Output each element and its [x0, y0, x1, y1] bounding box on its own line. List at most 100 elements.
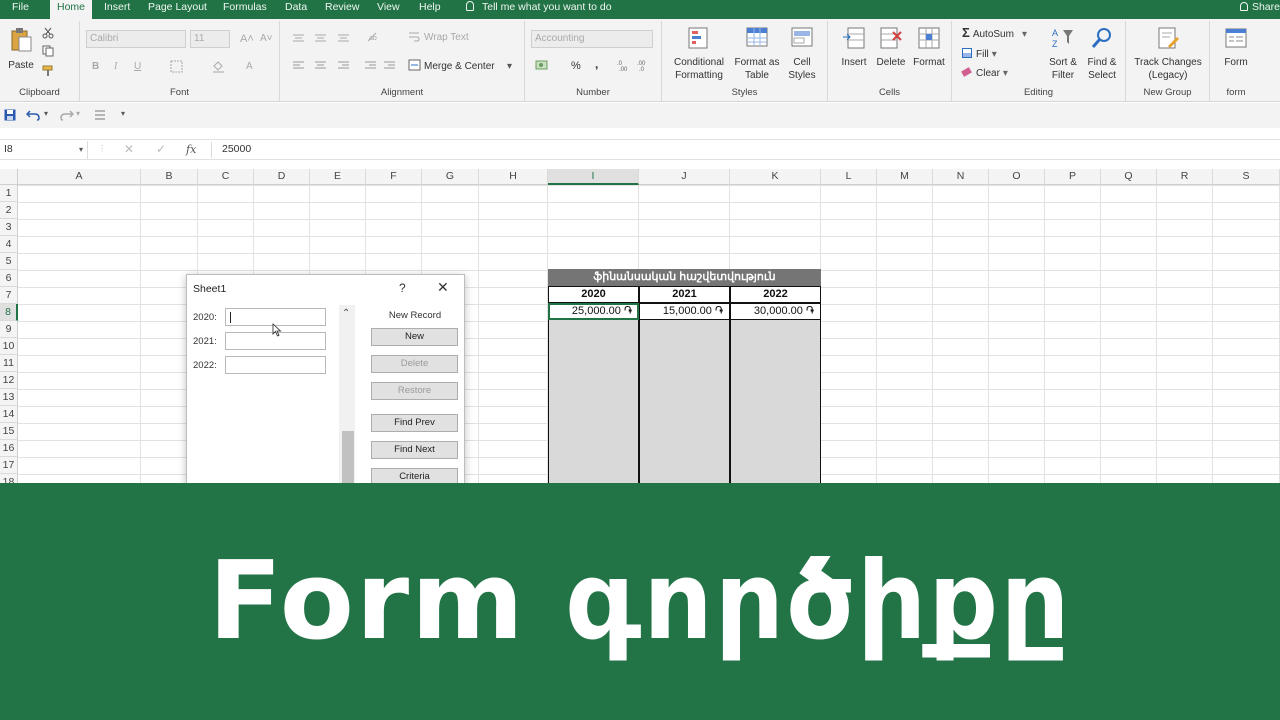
- tab-insert[interactable]: Insert: [104, 0, 130, 19]
- bold-button[interactable]: B: [92, 61, 99, 73]
- delete-cells-button[interactable]: Delete: [872, 26, 910, 69]
- row-header-3[interactable]: 3: [0, 219, 18, 236]
- tab-help[interactable]: Help: [419, 0, 441, 19]
- accounting-format-icon[interactable]: [535, 59, 551, 71]
- row-header-4[interactable]: 4: [0, 236, 18, 253]
- sort-filter-button[interactable]: AZ Sort & Filter: [1044, 26, 1082, 82]
- increase-font-icon[interactable]: A˄: [240, 33, 254, 45]
- close-button[interactable]: ✕: [437, 279, 449, 296]
- column-header-f[interactable]: F: [366, 169, 422, 185]
- row-header-7[interactable]: 7: [0, 287, 18, 304]
- column-header-e[interactable]: E: [310, 169, 366, 185]
- table-header-cell[interactable]: 2020: [548, 286, 639, 303]
- find-prev-button[interactable]: Find Prev: [371, 414, 458, 432]
- font-name-dropdown[interactable]: Calibri: [86, 30, 186, 48]
- italic-button[interactable]: I: [114, 61, 117, 73]
- tab-formulas[interactable]: Formulas: [223, 0, 267, 19]
- percent-style-button[interactable]: %: [571, 60, 581, 72]
- align-left-icon[interactable]: [292, 61, 352, 71]
- format-painter-icon[interactable]: [42, 65, 54, 77]
- cut-icon[interactable]: [42, 27, 54, 39]
- tab-page-layout[interactable]: Page Layout: [148, 0, 207, 19]
- tab-view[interactable]: View: [377, 0, 400, 19]
- confirm-entry-icon[interactable]: ✓: [156, 141, 166, 158]
- decrease-font-icon[interactable]: A˅: [260, 33, 273, 45]
- form-button[interactable]: Form: [1216, 26, 1256, 69]
- share-button[interactable]: Share: [1239, 0, 1280, 14]
- wrap-text-icon[interactable]: [408, 31, 420, 43]
- merge-center-button[interactable]: Merge & Center: [424, 61, 495, 73]
- undo-icon[interactable]: [26, 109, 40, 121]
- fill-color-icon[interactable]: [212, 60, 225, 73]
- merge-dropdown-icon[interactable]: ▾: [507, 61, 512, 72]
- fill-button[interactable]: Fill ▾: [962, 48, 997, 61]
- redo-dropdown-icon[interactable]: ▾: [76, 109, 80, 118]
- find-next-button[interactable]: Find Next: [371, 441, 458, 459]
- table-header-cell[interactable]: 2021: [639, 286, 730, 303]
- column-header-o[interactable]: O: [989, 169, 1045, 185]
- record-scrollbar[interactable]: ⌃: [339, 305, 355, 487]
- redo-icon[interactable]: [60, 109, 74, 121]
- number-format-dropdown[interactable]: Accounting: [531, 30, 653, 48]
- tab-review[interactable]: Review: [325, 0, 359, 19]
- row-header-11[interactable]: 11: [0, 355, 18, 372]
- column-header-i[interactable]: I: [548, 169, 639, 185]
- column-header-q[interactable]: Q: [1101, 169, 1157, 185]
- restore-button[interactable]: Restore: [371, 382, 458, 400]
- table-value-cell-selected[interactable]: 25,000.00 ֏: [548, 303, 639, 320]
- column-header-l[interactable]: L: [821, 169, 877, 185]
- save-icon[interactable]: [4, 109, 16, 121]
- track-changes-button[interactable]: Track Changes (Legacy): [1130, 26, 1206, 82]
- table-header-cell[interactable]: 2022: [730, 286, 821, 303]
- column-header-d[interactable]: D: [254, 169, 310, 185]
- row-header-12[interactable]: 12: [0, 372, 18, 389]
- font-size-dropdown[interactable]: 11: [190, 30, 230, 48]
- select-all-corner[interactable]: [0, 169, 18, 185]
- merge-center-icon[interactable]: [408, 59, 421, 71]
- tab-file[interactable]: File: [12, 0, 29, 19]
- wrap-text-button[interactable]: Wrap Text: [424, 32, 469, 44]
- font-color-button[interactable]: A: [246, 61, 253, 73]
- column-header-s[interactable]: S: [1213, 169, 1280, 185]
- format-cells-button[interactable]: Format: [910, 26, 948, 69]
- clear-button[interactable]: Clear ▾: [961, 67, 1008, 80]
- column-header-n[interactable]: N: [933, 169, 989, 185]
- insert-function-icon[interactable]: fx: [186, 141, 196, 158]
- row-header-14[interactable]: 14: [0, 406, 18, 423]
- format-as-table-button[interactable]: Format as Table: [734, 26, 780, 82]
- quick-command-icon[interactable]: [94, 110, 106, 120]
- tell-me-search[interactable]: Tell me what you want to do: [466, 0, 612, 19]
- row-header-13[interactable]: 13: [0, 389, 18, 406]
- orientation-icon[interactable]: ab: [366, 31, 380, 43]
- table-value-cell[interactable]: 15,000.00 ֏: [639, 303, 730, 320]
- column-header-g[interactable]: G: [422, 169, 479, 185]
- align-top-icon[interactable]: [292, 33, 352, 43]
- row-header-17[interactable]: 17: [0, 457, 18, 474]
- formula-input[interactable]: 25000: [222, 141, 251, 158]
- undo-dropdown-icon[interactable]: ▾: [44, 109, 48, 118]
- column-header-h[interactable]: H: [479, 169, 548, 185]
- row-header-10[interactable]: 10: [0, 338, 18, 355]
- column-header-c[interactable]: C: [198, 169, 254, 185]
- tab-home[interactable]: Home: [50, 0, 93, 21]
- delete-button[interactable]: Delete: [371, 355, 458, 373]
- row-header-2[interactable]: 2: [0, 202, 18, 219]
- name-box-dropdown-icon[interactable]: ▾: [79, 141, 83, 158]
- row-header-5[interactable]: 5: [0, 253, 18, 270]
- insert-cells-button[interactable]: Insert: [836, 26, 872, 69]
- row-header-16[interactable]: 16: [0, 440, 18, 457]
- conditional-formatting-button[interactable]: Conditional Formatting: [668, 26, 730, 82]
- row-header-9[interactable]: 9: [0, 321, 18, 338]
- autosum-button[interactable]: Σ AutoSum ▾: [962, 26, 1027, 41]
- copy-icon[interactable]: [42, 45, 54, 57]
- new-button[interactable]: New: [371, 328, 458, 346]
- row-header-15[interactable]: 15: [0, 423, 18, 440]
- formula-options-icon[interactable]: ⋮: [98, 144, 106, 153]
- table-value-cell[interactable]: 30,000.00 ֏: [730, 303, 821, 320]
- scrollbar-thumb[interactable]: [342, 431, 354, 487]
- field-input-2022[interactable]: [225, 356, 326, 374]
- comma-style-button[interactable]: ,: [595, 58, 598, 70]
- cancel-entry-icon[interactable]: ✕: [124, 141, 134, 158]
- column-header-p[interactable]: P: [1045, 169, 1101, 185]
- increase-decimal-icon[interactable]: .0.00.00.0: [617, 59, 653, 71]
